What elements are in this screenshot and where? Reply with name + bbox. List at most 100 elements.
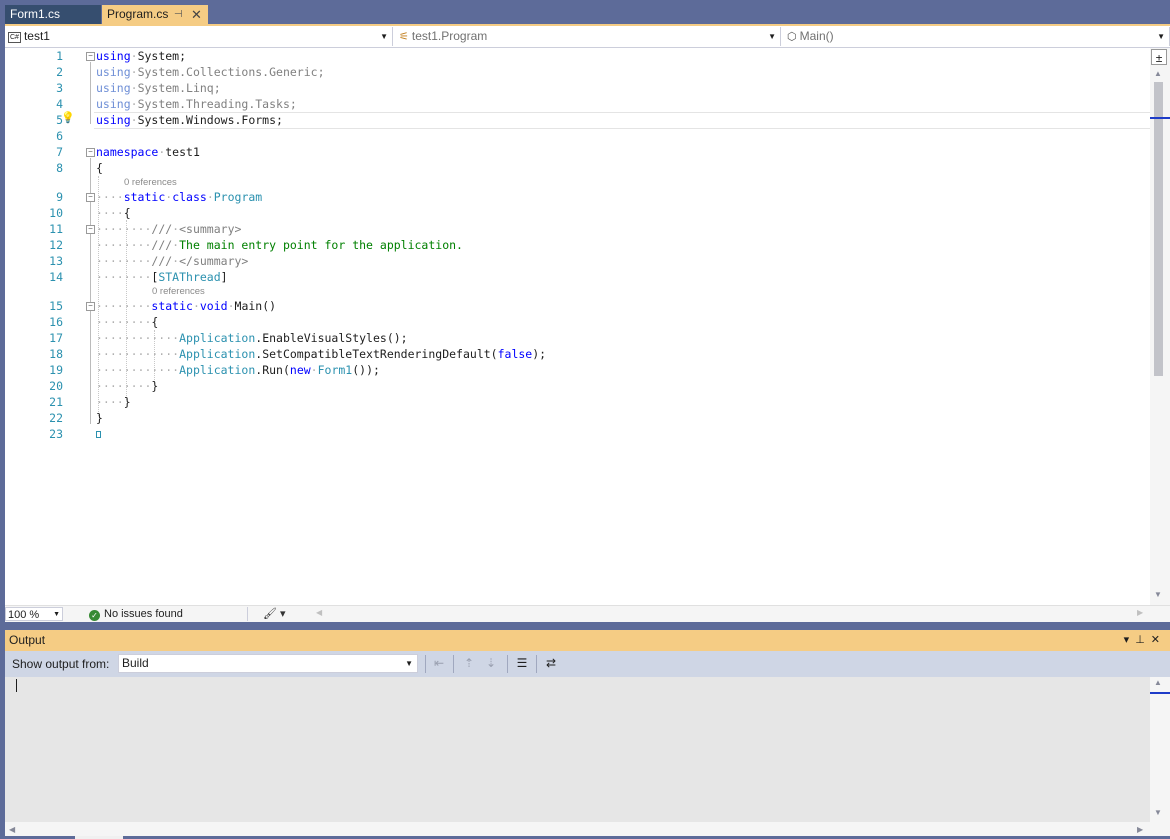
code-line-21: ····} (96, 395, 131, 409)
caret-position-marker (1150, 692, 1170, 694)
document-tab-bar: Form1.cs Program.cs ⊣ ✕ (0, 0, 1170, 24)
code-line-4: using·System.Threading.Tasks; (96, 97, 297, 111)
chevron-down-icon: ▼ (405, 659, 413, 668)
scroll-up-icon[interactable]: ▲ (1154, 69, 1162, 78)
brush-icon: 🖌 (263, 608, 277, 620)
navigation-bar: C# test1 ▼ ⚟ test1.Program ▼ ⬡ Main() ▼ (5, 26, 1170, 48)
code-line-19: ············Application.Run(new·Form1())… (96, 363, 380, 377)
lightbulb-icon[interactable]: 💡 (61, 111, 75, 124)
line-number: 10 (49, 206, 63, 220)
issues-indicator[interactable]: ✓ No issues found (89, 607, 183, 622)
next-message-button[interactable]: ⇣ (482, 654, 500, 673)
code-line-13: ········///·</summary> (96, 254, 249, 268)
line-number: 14 (49, 270, 63, 284)
code-editor[interactable]: 1 2 3 4 5 6 7 8 9 10 11 12 13 14 15 16 1… (5, 48, 1170, 605)
chevron-down-icon: ▼ (53, 611, 60, 618)
line-number: 11 (49, 222, 63, 236)
line-number: 19 (49, 363, 63, 377)
fold-line (90, 62, 91, 124)
split-window-icon[interactable]: ± (1151, 49, 1167, 65)
collapse-toggle-icon[interactable]: − (86, 52, 95, 61)
collapse-toggle-icon[interactable]: − (86, 225, 95, 234)
code-line-12: ········///·The main entry point for the… (96, 238, 463, 252)
tab-program[interactable]: Program.cs ⊣ ✕ (102, 5, 208, 24)
output-text-area[interactable] (5, 677, 1150, 822)
code-line-2: using·System.Collections.Generic; (96, 65, 325, 79)
scroll-left-icon[interactable]: ◀ (316, 608, 322, 617)
scroll-right-icon[interactable]: ▶ (1137, 608, 1143, 617)
close-icon[interactable]: ✕ (1151, 634, 1166, 646)
chevron-down-icon: ▼ (380, 32, 388, 41)
code-cleanup-button[interactable]: 🖌 ▾ (263, 607, 286, 622)
scroll-down-icon[interactable]: ▼ (1154, 808, 1162, 817)
line-number: 5 (56, 113, 63, 127)
previous-message-icon: ⇡ (463, 656, 475, 670)
member-dropdown[interactable]: ⬡ Main() ▼ (783, 27, 1170, 46)
clear-all-button[interactable]: ☰ (513, 654, 531, 673)
line-number: 17 (49, 331, 63, 345)
code-line-22: } (96, 411, 103, 425)
line-number: 12 (49, 238, 63, 252)
project-name: test1 (23, 29, 50, 43)
word-wrap-icon: ⇄ (545, 656, 557, 670)
editor-status-bar: 100 % ▼ ✓ No issues found 🖌 ▾ ◀ ▶ (5, 605, 1170, 623)
window-position-icon[interactable]: ▾ (1124, 634, 1136, 646)
line-number: 6 (56, 129, 63, 143)
line-number: 21 (49, 395, 63, 409)
collapse-toggle-icon[interactable]: − (86, 148, 95, 157)
find-message-in-code-button[interactable]: ⇤ (430, 654, 448, 673)
code-line-11: ········///·<summary> (96, 222, 242, 236)
scroll-down-icon[interactable]: ▼ (1154, 590, 1162, 599)
project-dropdown[interactable]: C# test1 ▼ (5, 27, 393, 46)
toggle-word-wrap-button[interactable]: ⇄ (542, 654, 560, 673)
pin-icon[interactable]: ⊣ (174, 5, 183, 24)
zoom-dropdown[interactable]: 100 % ▼ (5, 607, 63, 621)
pane-splitter[interactable] (0, 622, 1170, 630)
line-number: 9 (56, 190, 63, 204)
output-vertical-scrollbar[interactable]: ▲ ▼ (1150, 677, 1170, 822)
codelens-references[interactable]: 0 references (124, 177, 177, 188)
line-number: 18 (49, 347, 63, 361)
collapse-toggle-icon[interactable]: − (86, 302, 95, 311)
caret-position-marker (1150, 117, 1170, 119)
line-number: 3 (56, 81, 63, 95)
code-line-5: using·System.Windows.Forms; (96, 113, 283, 127)
code-line-17: ············Application.EnableVisualStyl… (96, 331, 408, 345)
line-number: 2 (56, 65, 63, 79)
scroll-right-icon[interactable]: ▶ (1137, 825, 1143, 834)
output-source-dropdown[interactable]: Build ▼ (118, 654, 418, 673)
scroll-thumb[interactable] (1154, 82, 1163, 376)
close-icon[interactable]: ✕ (191, 5, 202, 24)
status-separator (247, 607, 248, 621)
tab-form1[interactable]: Form1.cs (5, 5, 101, 24)
next-message-icon: ⇣ (485, 656, 497, 670)
pin-icon[interactable]: ⊥ (1135, 634, 1151, 646)
code-line-1: using·System; (96, 49, 187, 63)
toolbar-separator (453, 655, 454, 673)
editor-vertical-scrollbar[interactable]: ± ▲ ▼ (1150, 48, 1170, 605)
codelens-references[interactable]: 0 references (152, 286, 205, 297)
toolbar-separator (507, 655, 508, 673)
member-name: Main() (799, 29, 834, 43)
method-icon: ⬡ (787, 31, 797, 43)
line-number: 15 (49, 299, 63, 313)
code-line-16: ········{ (96, 315, 159, 329)
code-line-8: { (96, 161, 103, 175)
scroll-left-icon[interactable]: ◀ (9, 825, 15, 834)
code-line-7: namespace·test1 (96, 145, 200, 159)
previous-message-button[interactable]: ⇡ (460, 654, 478, 673)
code-line-14: ········[STAThread] (96, 270, 228, 284)
type-dropdown[interactable]: ⚟ test1.Program ▼ (395, 27, 781, 46)
code-line-15: ········static·void·Main() (96, 299, 277, 313)
line-number: 13 (49, 254, 63, 268)
collapse-toggle-icon[interactable]: − (86, 193, 95, 202)
output-toolbar: Show output from: Build ▼ ⇤ ⇡ ⇣ ☰ ⇄ (5, 651, 1170, 677)
scroll-up-icon[interactable]: ▲ (1154, 678, 1162, 687)
chevron-down-icon: ▼ (1157, 32, 1165, 41)
class-icon: ⚟ (399, 31, 409, 43)
type-name: test1.Program (411, 29, 488, 43)
line-number: 7 (56, 145, 63, 159)
issues-text: No issues found (104, 608, 183, 620)
output-source-value: Build (122, 656, 149, 670)
code-line-20: ········} (96, 379, 159, 393)
